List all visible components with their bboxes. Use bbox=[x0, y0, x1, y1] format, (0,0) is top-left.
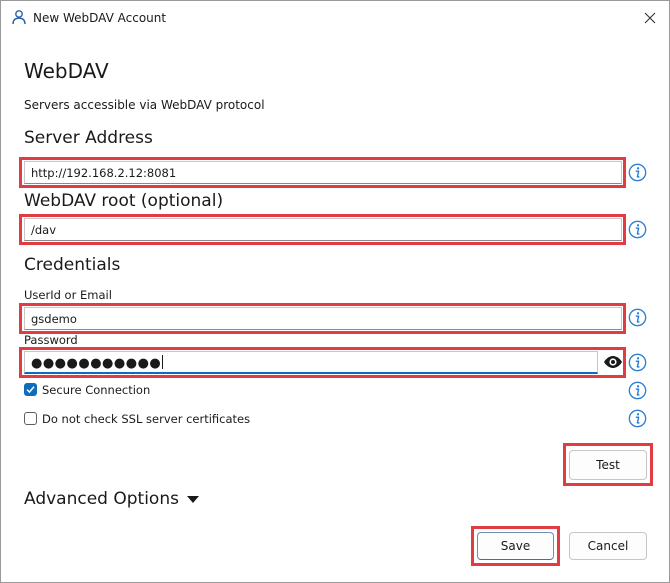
title-bar: New WebDAV Account bbox=[1, 1, 669, 35]
close-button[interactable] bbox=[631, 1, 669, 35]
caret-down-icon bbox=[186, 495, 199, 503]
advanced-options-label: Advanced Options bbox=[24, 489, 179, 509]
check-icon bbox=[26, 386, 35, 394]
close-icon bbox=[644, 12, 656, 24]
advanced-options-toggle[interactable]: Advanced Options bbox=[24, 489, 199, 509]
credentials-heading: Credentials bbox=[24, 255, 121, 275]
userid-input[interactable]: gsdemo bbox=[24, 307, 622, 330]
webdav-root-heading: WebDAV root (optional) bbox=[24, 191, 224, 211]
skip-ssl-check-checkbox[interactable] bbox=[24, 412, 37, 425]
secure-connection-label: Secure Connection bbox=[42, 383, 151, 397]
password-value: ●●●●●●●●●●● bbox=[31, 356, 162, 371]
server-address-input[interactable]: http://192.168.2.12:8081 bbox=[24, 161, 622, 184]
info-icon[interactable] bbox=[628, 308, 647, 327]
info-icon[interactable] bbox=[628, 220, 647, 239]
webdav-root-input[interactable]: /dav bbox=[24, 218, 622, 241]
user-icon bbox=[12, 10, 26, 25]
cancel-button[interactable]: Cancel bbox=[569, 532, 647, 560]
page-subtitle: Servers accessible via WebDAV protocol bbox=[24, 98, 265, 112]
skip-ssl-check-label: Do not check SSL server certificates bbox=[42, 412, 251, 426]
page-title: WebDAV bbox=[24, 59, 109, 83]
window-title: New WebDAV Account bbox=[33, 11, 167, 25]
dialog-window: New WebDAV Account WebDAV Servers access… bbox=[0, 0, 670, 583]
password-label: Password bbox=[24, 333, 78, 347]
password-input[interactable]: ●●●●●●●●●●● bbox=[24, 351, 598, 374]
secure-connection-checkbox[interactable] bbox=[24, 383, 37, 396]
info-icon[interactable] bbox=[628, 381, 647, 400]
info-icon[interactable] bbox=[628, 353, 647, 372]
info-icon[interactable] bbox=[628, 163, 647, 182]
save-button[interactable]: Save bbox=[477, 532, 554, 560]
eye-icon[interactable] bbox=[603, 355, 623, 369]
text-cursor bbox=[162, 355, 164, 369]
server-address-heading: Server Address bbox=[24, 128, 153, 148]
info-icon[interactable] bbox=[628, 409, 647, 428]
test-button[interactable]: Test bbox=[569, 450, 647, 480]
userid-label: UserId or Email bbox=[24, 288, 112, 302]
